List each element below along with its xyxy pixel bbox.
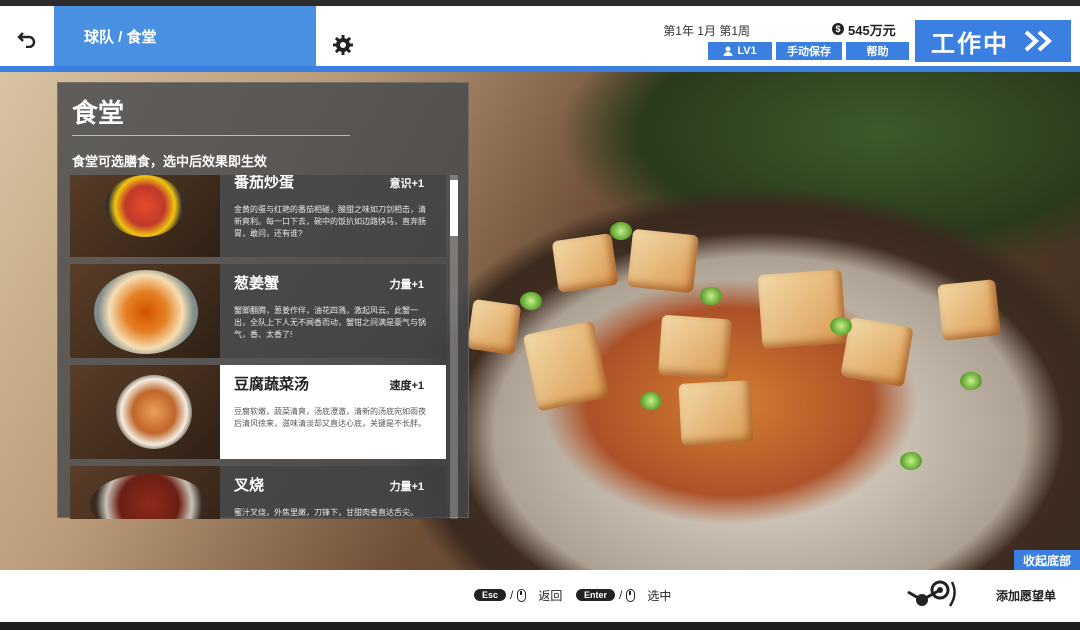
meal-image xyxy=(70,466,220,519)
meal-image xyxy=(70,264,220,358)
meal-description: 蟹脚翻腾，葱姜作伴，油花四溅，激起风云。此蟹一出，全队上下人无不闻香而动，蟹钳之… xyxy=(234,306,426,339)
select-hint[interactable]: Enter / 选中 xyxy=(576,586,671,604)
level-text: LV1 xyxy=(737,45,757,57)
coin-icon: $ xyxy=(832,23,844,35)
game-date: 第1年 1月 第1周 xyxy=(663,24,750,38)
meal-item-scallion-ginger-crab[interactable]: 葱姜蟹 力量+1 蟹脚翻腾，葱姜作伴，油花四溅，激起风云。此蟹一出，全队上下人无… xyxy=(70,264,446,358)
panel-title: 食堂 xyxy=(72,98,125,128)
mouse-icon xyxy=(517,588,527,602)
level-badge[interactable]: LV1 xyxy=(708,42,772,60)
meal-item-tomato-egg[interactable]: 番茄炒蛋 意识+1 金黄的蛋与红艳的番茄相碰，酸甜之味如刀剑相击，清新爽利。每一… xyxy=(70,175,446,257)
help-label: 帮助 xyxy=(866,46,889,58)
back-button[interactable] xyxy=(10,22,44,56)
canteen-panel: 食堂 食堂可选膳食，选中后效果即生效 番茄炒蛋 意识+1 金黄的蛋与红艳的番茄相… xyxy=(57,82,469,519)
double-chevron-icon xyxy=(1024,30,1052,52)
meal-image xyxy=(70,365,220,459)
money-display: $ 545万元 xyxy=(832,20,896,38)
meal-description: 金黄的蛋与红艳的番茄相碰，酸甜之味如刀剑相击，清新爽利。每一口下去，碗中的饭扒如… xyxy=(234,205,426,238)
scrollbar-thumb[interactable] xyxy=(450,180,458,236)
add-wishlist-button[interactable]: 添加愿望单 xyxy=(996,587,1056,604)
top-bar-accent-line xyxy=(0,66,1080,72)
meal-image xyxy=(70,175,220,257)
meal-item-char-siu[interactable]: 叉烧 力量+1 蜜汁叉烧，外焦里嫩，刀锋下，甘甜肉香直达舌尖。 xyxy=(70,466,446,519)
meal-description: 豆腐软嫩，蔬菜清爽，汤底澄澈，清新的汤底宛如雨夜后清风徐来，滋味清淡却又直达心底… xyxy=(234,407,426,428)
separator: / xyxy=(619,588,623,602)
breadcrumb-text: 球队 / 食堂 xyxy=(84,28,157,46)
manual-save-label: 手动保存 xyxy=(787,46,831,58)
panel-divider xyxy=(72,135,350,136)
back-hint[interactable]: Esc / 返回 xyxy=(474,586,562,604)
gear-icon xyxy=(333,35,353,55)
meal-effect: 意识+1 xyxy=(389,178,424,190)
meal-effect: 力量+1 xyxy=(389,279,424,291)
money-value: 545万元 xyxy=(848,22,896,38)
help-button[interactable]: 帮助 xyxy=(846,42,909,60)
undo-arrow-icon xyxy=(17,32,36,48)
collapse-bottom-button[interactable]: 收起底部 xyxy=(1014,550,1080,570)
meal-list[interactable]: 番茄炒蛋 意识+1 金黄的蛋与红艳的番茄相碰，酸甜之味如刀剑相击，清新爽利。每一… xyxy=(70,175,448,519)
meal-description: 蜜汁叉烧，外焦里嫩，刀锋下，甘甜肉香直达舌尖。 xyxy=(234,508,418,517)
user-icon xyxy=(723,46,733,56)
manual-save-button[interactable]: 手动保存 xyxy=(776,42,842,60)
work-label: 工作中 xyxy=(931,30,1009,58)
mouse-icon xyxy=(626,588,636,602)
meal-item-tofu-vegetable-soup[interactable]: 豆腐蔬菜汤 速度+1 豆腐软嫩，蔬菜清爽，汤底澄澈，清新的汤底宛如雨夜后清风徐来… xyxy=(70,365,446,459)
work-button[interactable]: 工作中 xyxy=(915,20,1071,62)
steam-logo-icon[interactable] xyxy=(906,578,958,610)
settings-button[interactable] xyxy=(332,34,354,56)
meal-list-scrollbar[interactable] xyxy=(450,175,458,519)
panel-subtitle: 食堂可选膳食，选中后效果即生效 xyxy=(72,154,268,169)
esc-key: Esc xyxy=(474,589,507,601)
breadcrumb: 球队 / 食堂 xyxy=(54,6,316,66)
meal-effect: 速度+1 xyxy=(389,380,424,392)
enter-key: Enter xyxy=(576,589,616,601)
collapse-bottom-label: 收起底部 xyxy=(1022,553,1071,568)
meal-effect: 力量+1 xyxy=(389,481,424,493)
bottom-strip xyxy=(0,622,1080,630)
back-hint-label: 返回 xyxy=(538,588,563,603)
separator: / xyxy=(510,588,514,602)
select-hint-label: 选中 xyxy=(647,588,672,603)
